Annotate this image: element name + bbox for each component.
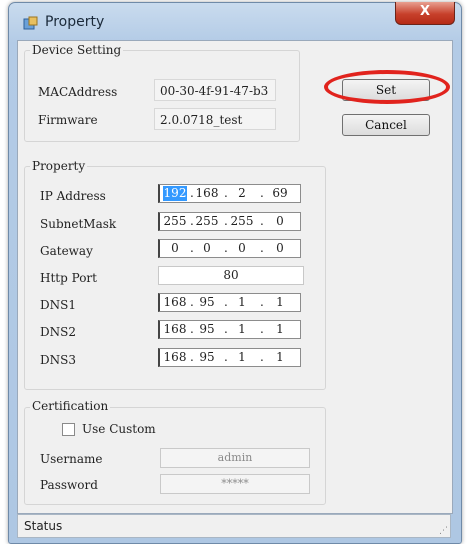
cancel-button[interactable]: Cancel: [342, 114, 430, 136]
gateway-octet-1[interactable]: 0: [163, 241, 187, 256]
subnet-octet-3[interactable]: 255: [230, 214, 254, 229]
certification-legend: Certification: [30, 399, 111, 413]
ip-octet-3[interactable]: 2: [230, 186, 254, 201]
username-input[interactable]: admin: [160, 448, 310, 468]
firmware-field: 2.0.0718_test: [154, 108, 276, 130]
ip-octet-2[interactable]: 168: [195, 186, 219, 201]
subnet-octet-4[interactable]: 0: [268, 214, 292, 229]
ip-address-input[interactable]: 192. 168. 2. 69: [158, 184, 301, 203]
password-label: Password: [40, 478, 98, 492]
resize-grip-icon[interactable]: ⋰: [439, 526, 448, 536]
http-port-input[interactable]: 80: [158, 266, 304, 285]
subnet-mask-input[interactable]: 255. 255. 255. 0: [158, 212, 301, 231]
ip-address-label: IP Address: [40, 189, 106, 203]
dns2-octet-3[interactable]: 1: [230, 322, 254, 337]
ip-octet-1[interactable]: 192: [163, 186, 187, 201]
device-setting-legend: Device Setting: [30, 43, 124, 57]
dns3-octet-4[interactable]: 1: [268, 350, 292, 365]
firmware-label: Firmware: [38, 113, 98, 127]
status-text: Status: [24, 519, 63, 533]
dns3-label: DNS3: [40, 353, 76, 367]
dns2-label: DNS2: [40, 325, 76, 339]
dns3-octet-3[interactable]: 1: [230, 350, 254, 365]
use-custom-checkbox[interactable]: [62, 423, 75, 436]
dns1-label: DNS1: [40, 298, 76, 312]
gateway-input[interactable]: 0. 0. 0. 0: [158, 239, 301, 258]
dns1-octet-3[interactable]: 1: [230, 295, 254, 310]
dns1-input[interactable]: 168. 95. 1. 1: [158, 293, 301, 312]
gateway-octet-4[interactable]: 0: [268, 241, 292, 256]
gateway-label: Gateway: [40, 244, 93, 258]
gateway-octet-2[interactable]: 0: [195, 241, 219, 256]
app-icon: [23, 16, 38, 30]
gateway-octet-3[interactable]: 0: [230, 241, 254, 256]
dns3-octet-1[interactable]: 168: [163, 350, 187, 365]
ip-octet-4[interactable]: 69: [268, 186, 292, 201]
mac-address-field: 00-30-4f-91-47-b3: [154, 79, 276, 101]
window-title: Property: [45, 14, 105, 30]
dialog-body: Device Setting MACAddress 00-30-4f-91-47…: [17, 40, 453, 514]
dns3-input[interactable]: 168. 95. 1. 1: [158, 348, 301, 367]
subnet-octet-1[interactable]: 255: [163, 214, 187, 229]
dns2-octet-4[interactable]: 1: [268, 322, 292, 337]
dns2-input[interactable]: 168. 95. 1. 1: [158, 320, 301, 339]
mac-address-label: MACAddress: [38, 85, 118, 99]
title-bar[interactable]: Property X: [9, 2, 461, 41]
close-button[interactable]: X: [395, 2, 455, 25]
http-port-label: Http Port: [40, 271, 97, 285]
dns3-octet-2[interactable]: 95: [195, 350, 219, 365]
dns1-octet-2[interactable]: 95: [195, 295, 219, 310]
password-input[interactable]: *****: [160, 474, 310, 494]
subnet-octet-2[interactable]: 255: [195, 214, 219, 229]
use-custom-label: Use Custom: [82, 422, 156, 436]
dns1-octet-1[interactable]: 168: [163, 295, 187, 310]
dns2-octet-1[interactable]: 168: [163, 322, 187, 337]
username-label: Username: [40, 452, 103, 466]
subnet-mask-label: SubnetMask: [40, 217, 117, 231]
dns2-octet-2[interactable]: 95: [195, 322, 219, 337]
highlight-annotation: [324, 70, 450, 104]
dns1-octet-4[interactable]: 1: [268, 295, 292, 310]
property-legend: Property: [30, 159, 88, 173]
property-window: Property X Device Setting MACAddress 00-…: [8, 2, 462, 544]
status-bar: Status ⋰: [17, 514, 451, 538]
close-icon: X: [419, 4, 431, 19]
